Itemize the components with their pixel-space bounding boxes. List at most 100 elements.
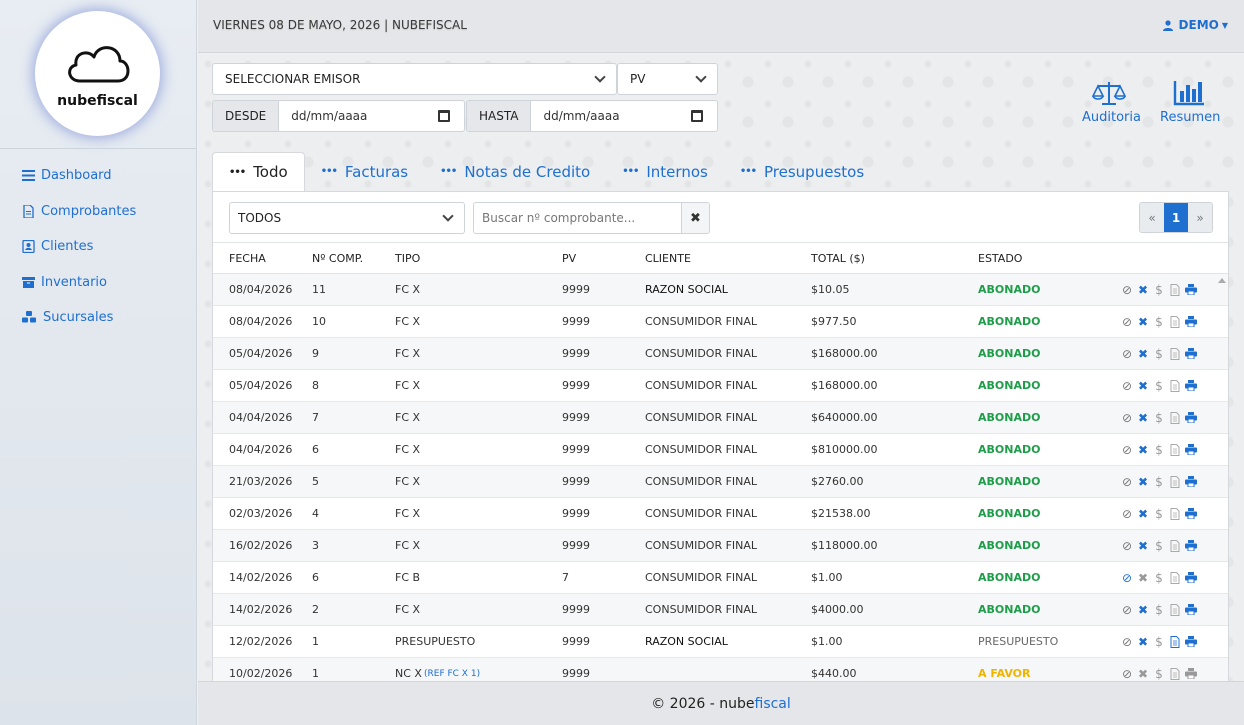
clear-search-button[interactable]: ✖ xyxy=(681,203,709,233)
document-icon[interactable] xyxy=(1169,283,1181,296)
cancel-x-icon[interactable]: ✖ xyxy=(1137,411,1149,425)
ban-icon[interactable]: ⊘ xyxy=(1121,379,1133,393)
estado-filter-select[interactable]: TODOS xyxy=(229,202,465,234)
cancel-x-icon[interactable]: ✖ xyxy=(1137,507,1149,521)
dollar-icon[interactable]: $ xyxy=(1153,475,1165,489)
cancel-x-icon[interactable]: ✖ xyxy=(1137,443,1149,457)
table-row[interactable]: 16/02/2026 3 FC X 9999 CONSUMIDOR FINAL $1180… xyxy=(213,530,1228,562)
print-icon[interactable] xyxy=(1185,284,1197,296)
cancel-x-icon[interactable]: ✖ xyxy=(1137,379,1149,393)
document-icon[interactable] xyxy=(1169,347,1181,360)
document-icon[interactable] xyxy=(1169,507,1181,520)
resumen-button[interactable]: Resumen xyxy=(1160,80,1220,125)
table-row[interactable]: 05/04/2026 9 FC X 9999 CONSUMIDOR FINAL $1680… xyxy=(213,338,1228,370)
ban-icon[interactable]: ⊘ xyxy=(1121,443,1133,457)
print-icon[interactable] xyxy=(1185,604,1197,616)
dollar-icon[interactable]: $ xyxy=(1153,443,1165,457)
print-icon[interactable] xyxy=(1185,476,1197,488)
col-estado[interactable]: ESTADO xyxy=(978,252,1022,265)
dollar-icon[interactable]: $ xyxy=(1153,283,1165,297)
sidebar-item-clientes[interactable]: Clientes xyxy=(22,229,136,265)
user-menu[interactable]: DEMO ▼ xyxy=(1162,18,1228,32)
sidebar-item-dashboard[interactable]: Dashboard xyxy=(22,158,136,194)
ban-icon[interactable]: ⊘ xyxy=(1121,411,1133,425)
table-row[interactable]: 10/02/2026 1 NC X (REF FC X 1) 9999 $440.00 A … xyxy=(213,658,1228,682)
desde-date-input[interactable]: dd/mm/aaaa xyxy=(279,101,464,131)
ban-icon[interactable]: ⊘ xyxy=(1121,283,1133,297)
ban-icon[interactable]: ⊘ xyxy=(1121,475,1133,489)
pv-select[interactable]: PV xyxy=(617,63,718,95)
table-row[interactable]: 08/04/2026 10 FC X 9999 CONSUMIDOR FINAL $977… xyxy=(213,306,1228,338)
col-tipo[interactable]: TIPO xyxy=(395,252,420,265)
page-next-button[interactable]: » xyxy=(1188,203,1212,232)
document-icon[interactable] xyxy=(1169,571,1181,584)
cancel-x-icon[interactable]: ✖ xyxy=(1137,475,1149,489)
tab-internos[interactable]: ••• Internos xyxy=(606,152,724,191)
col-pv[interactable]: PV xyxy=(562,252,576,265)
brand-logo[interactable]: nubefiscal xyxy=(35,11,160,136)
table-row[interactable]: 04/04/2026 7 FC X 9999 CONSUMIDOR FINAL $6400… xyxy=(213,402,1228,434)
ban-icon[interactable]: ⊘ xyxy=(1121,667,1133,681)
col-cliente[interactable]: CLIENTE xyxy=(645,252,691,265)
dollar-icon[interactable]: $ xyxy=(1153,603,1165,617)
document-icon[interactable] xyxy=(1169,379,1181,392)
document-icon[interactable] xyxy=(1169,475,1181,488)
calendar-icon[interactable] xyxy=(691,110,703,122)
dollar-icon[interactable]: $ xyxy=(1153,315,1165,329)
document-icon[interactable] xyxy=(1169,667,1181,680)
document-icon[interactable] xyxy=(1169,635,1181,648)
tab-notas-de-credito[interactable]: ••• Notas de Credito xyxy=(424,152,606,191)
document-icon[interactable] xyxy=(1169,539,1181,552)
table-row[interactable]: 08/04/2026 11 FC X 9999 RAZON SOCIAL $10.05 AB… xyxy=(213,274,1228,306)
document-icon[interactable] xyxy=(1169,315,1181,328)
table-row[interactable]: 04/04/2026 6 FC X 9999 CONSUMIDOR FINAL $8100… xyxy=(213,434,1228,466)
cancel-x-icon[interactable]: ✖ xyxy=(1137,283,1149,297)
tab-todo[interactable]: ••• Todo xyxy=(212,152,305,191)
ban-icon[interactable]: ⊘ xyxy=(1121,347,1133,361)
table-row[interactable]: 14/02/2026 2 FC X 9999 CONSUMIDOR FINAL $4000… xyxy=(213,594,1228,626)
print-icon[interactable] xyxy=(1185,636,1197,648)
cancel-x-icon[interactable]: ✖ xyxy=(1137,539,1149,553)
page-prev-button[interactable]: « xyxy=(1140,203,1164,232)
table-row[interactable]: 02/03/2026 4 FC X 9999 CONSUMIDOR FINAL $2153… xyxy=(213,498,1228,530)
print-icon[interactable] xyxy=(1185,348,1197,360)
ban-icon[interactable]: ⊘ xyxy=(1121,539,1133,553)
print-icon[interactable] xyxy=(1185,444,1197,456)
table-row[interactable]: 12/02/2026 1 PRESUPUESTO 9999 RAZON SOCIAL $1… xyxy=(213,626,1228,658)
print-icon[interactable] xyxy=(1185,316,1197,328)
table-row[interactable]: 14/02/2026 6 FC B 7 CONSUMIDOR FINAL $1.00 ABO… xyxy=(213,562,1228,594)
cancel-x-icon[interactable]: ✖ xyxy=(1137,315,1149,329)
dollar-icon[interactable]: $ xyxy=(1153,379,1165,393)
print-icon[interactable] xyxy=(1185,380,1197,392)
ban-icon[interactable]: ⊘ xyxy=(1121,315,1133,329)
dollar-icon[interactable]: $ xyxy=(1153,635,1165,649)
dollar-icon[interactable]: $ xyxy=(1153,347,1165,361)
cell-tipo-ref[interactable]: (REF FC X 1) xyxy=(424,669,480,679)
emisor-select[interactable]: SELECCIONAR EMISOR xyxy=(212,63,617,95)
auditoria-button[interactable]: Auditoria xyxy=(1082,80,1141,125)
document-icon[interactable] xyxy=(1169,603,1181,616)
table-row[interactable]: 05/04/2026 8 FC X 9999 CONSUMIDOR FINAL $1680… xyxy=(213,370,1228,402)
dollar-icon[interactable]: $ xyxy=(1153,667,1165,681)
ban-icon[interactable]: ⊘ xyxy=(1121,635,1133,649)
cancel-x-icon[interactable]: ✖ xyxy=(1137,603,1149,617)
sidebar-item-comprobantes[interactable]: Comprobantes xyxy=(22,194,136,230)
print-icon[interactable] xyxy=(1185,412,1197,424)
ban-icon[interactable]: ⊘ xyxy=(1121,571,1133,585)
print-icon[interactable] xyxy=(1185,668,1197,680)
col-fecha[interactable]: FECHA xyxy=(229,252,266,265)
dollar-icon[interactable]: $ xyxy=(1153,507,1165,521)
document-icon[interactable] xyxy=(1169,411,1181,424)
print-icon[interactable] xyxy=(1185,508,1197,520)
table-row[interactable]: 21/03/2026 5 FC X 9999 CONSUMIDOR FINAL $2760… xyxy=(213,466,1228,498)
cancel-x-icon[interactable]: ✖ xyxy=(1137,635,1149,649)
scroll-up-icon[interactable] xyxy=(1218,278,1226,283)
sidebar-item-sucursales[interactable]: Sucursales xyxy=(22,300,136,336)
table-scrollbar[interactable] xyxy=(1216,276,1228,682)
hasta-date-input[interactable]: dd/mm/aaaa xyxy=(531,101,717,131)
document-icon[interactable] xyxy=(1169,443,1181,456)
print-icon[interactable] xyxy=(1185,572,1197,584)
search-input[interactable]: Buscar nº comprobante... xyxy=(474,203,681,233)
sidebar-item-inventario[interactable]: Inventario xyxy=(22,265,136,301)
calendar-icon[interactable] xyxy=(438,110,450,122)
